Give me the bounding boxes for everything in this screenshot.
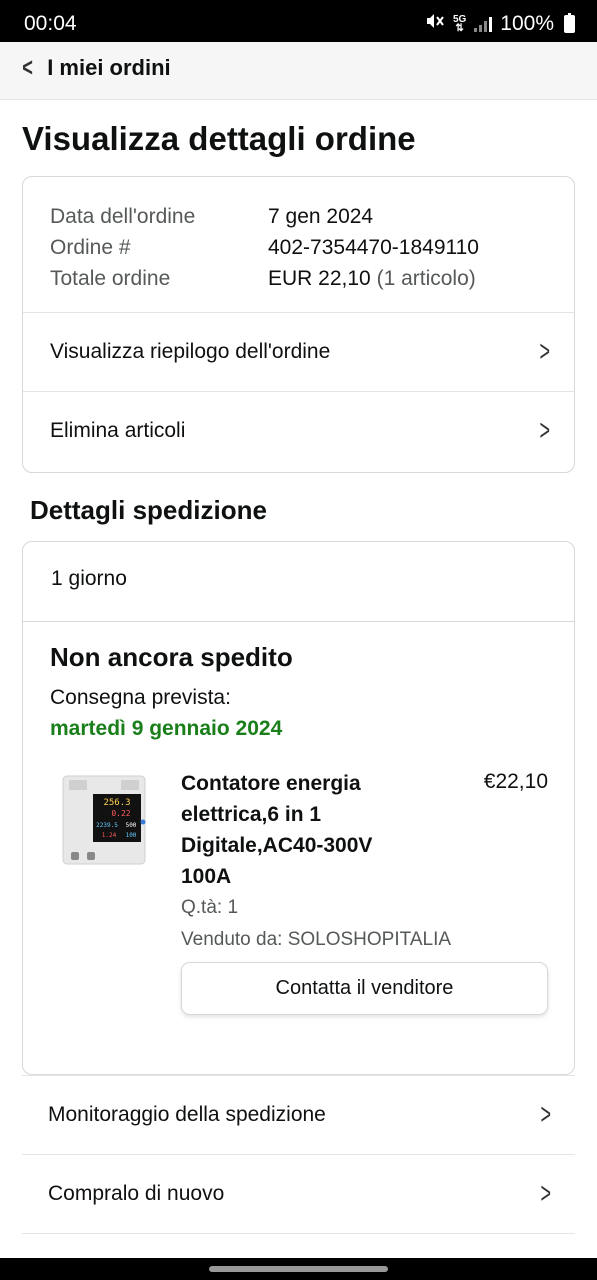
back-link-label: I miei ordini [47, 54, 171, 80]
shipment-section-title: Dettagli spedizione [30, 495, 267, 525]
info-label: Totale ordine [50, 267, 171, 290]
delete-items-link[interactable]: Elimina articoli > [23, 391, 574, 470]
status-bar: 00:04 5G ⇅ 100% [0, 0, 597, 42]
meter-reading-3: 2239.5 [96, 822, 118, 829]
mute-vibrate-icon [425, 12, 445, 36]
chevron-right-icon: > [540, 1098, 552, 1131]
delivery-estimate-label: Consegna prevista: [50, 686, 231, 709]
status-icons: 5G ⇅ 100% [425, 12, 575, 36]
shipment-status: Non ancora spedito [50, 642, 293, 672]
top-header: < I miei ordini [0, 42, 597, 100]
chevron-right-icon: > [539, 414, 551, 447]
info-label: Data dell'ordine [50, 205, 196, 228]
order-total-row: Totale ordine EUR 22,10 (1 articolo) [50, 263, 479, 294]
divider [22, 1233, 575, 1234]
order-number-row: Ordine # 402-7354470-1849110 [50, 232, 479, 263]
meter-reading-6: 100 [126, 832, 137, 839]
meter-reading-1: 256.3 [103, 798, 130, 808]
signal-icon [474, 16, 493, 32]
battery-percent: 100% [500, 12, 554, 35]
order-date-value: 7 gen 2024 [268, 205, 374, 228]
order-number-value: 402-7354470-1849110 [268, 236, 479, 259]
network-type: 5G [452, 14, 467, 25]
buy-again-link[interactable]: Compralo di nuovo > [22, 1154, 575, 1233]
order-info-table: Data dell'ordine 7 gen 2024 Ordine # 402… [50, 201, 479, 294]
contact-seller-button[interactable]: Contatta il venditore [181, 962, 548, 1015]
order-total-value: EUR 22,10 (1 articolo) [268, 263, 476, 294]
track-shipment-label: Monitoraggio della spedizione [48, 1103, 326, 1126]
5g-icon: 5G ⇅ [452, 14, 467, 34]
chevron-right-icon: > [540, 1177, 552, 1210]
system-nav-bar [0, 1258, 597, 1280]
back-to-orders-link[interactable]: < I miei ordini [20, 52, 171, 83]
product-seller: Venduto da: SOLOSHOPITALIA [181, 929, 452, 950]
home-gesture-handle[interactable] [209, 1266, 388, 1272]
meter-reading-2: 0.22 [111, 809, 130, 818]
chevron-left-icon: < [22, 52, 33, 82]
order-date-row: Data dell'ordine 7 gen 2024 [50, 201, 479, 232]
delivery-estimate-date: martedì 9 gennaio 2024 [50, 717, 283, 740]
shipping-speed: 1 giorno [51, 567, 127, 590]
status-time: 00:04 [24, 12, 77, 35]
chevron-right-icon: > [539, 335, 551, 368]
order-total-amount: EUR 22,10 [268, 267, 371, 290]
product-price: €22,10 [483, 770, 548, 793]
shipment-card: 1 giorno Non ancora spedito Consegna pre… [22, 541, 575, 1075]
view-order-summary-label: Visualizza riepilogo dell'ordine [50, 340, 331, 363]
order-item-count: (1 articolo) [376, 267, 476, 290]
page-title: Visualizza dettagli ordine [22, 120, 416, 157]
product-title-link[interactable]: Contatore energia elettrica,6 in 1 Digit… [181, 768, 421, 892]
view-order-summary-link[interactable]: Visualizza riepilogo dell'ordine > [23, 312, 574, 391]
track-shipment-link[interactable]: Monitoraggio della spedizione > [22, 1075, 575, 1154]
delete-items-label: Elimina articoli [50, 419, 186, 442]
divider [23, 621, 574, 622]
product-quantity: Q.tà: 1 [181, 897, 239, 918]
battery-icon [564, 13, 575, 33]
product-image[interactable]: 256.3 0.22 2239.5 500 1.24 100 [59, 772, 149, 868]
buy-again-label: Compralo di nuovo [48, 1182, 225, 1205]
meter-reading-5: 1.24 [102, 832, 117, 839]
info-label: Ordine # [50, 236, 131, 259]
meter-reading-4: 500 [126, 822, 137, 829]
order-info-card: Data dell'ordine 7 gen 2024 Ordine # 402… [22, 176, 575, 473]
